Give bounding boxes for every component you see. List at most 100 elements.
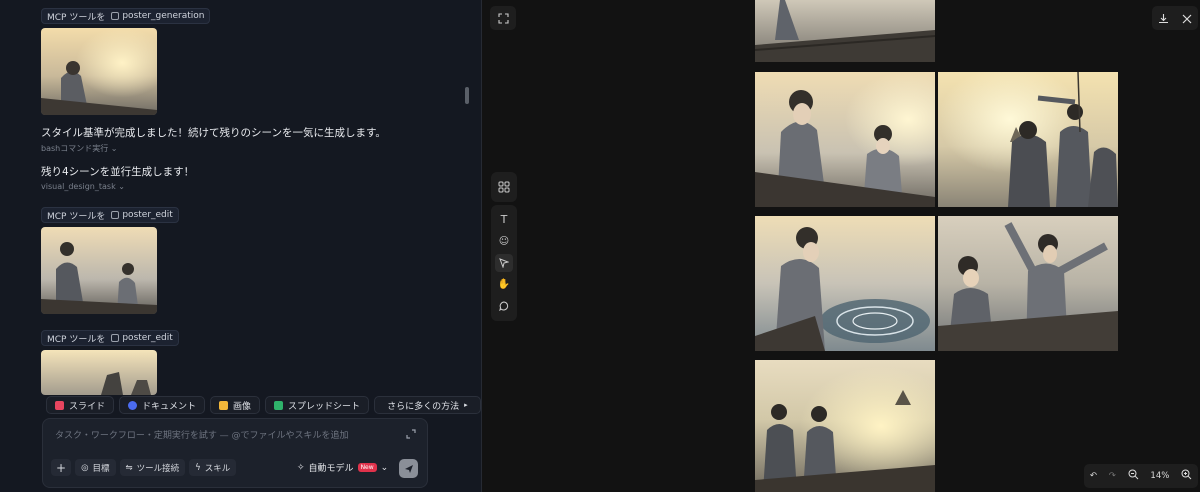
chip-label: さらに多くの方法 [387, 401, 460, 412]
scene-image[interactable] [755, 72, 935, 207]
zoom-controls: ↶ ↷ 14% [1084, 464, 1198, 488]
target-icon: ◎ [81, 462, 89, 473]
scene-image[interactable] [755, 216, 935, 351]
chip-image[interactable]: 画像 [210, 396, 261, 414]
lightning-icon: ϟ [195, 462, 201, 473]
scrollbar-thumb[interactable] [465, 87, 469, 104]
redo-icon: ↷ [1108, 471, 1116, 481]
sparkle-icon: ✧ [297, 462, 305, 473]
undo-button[interactable]: ↶ [1090, 471, 1097, 481]
text-tool[interactable]: T [495, 211, 513, 229]
scene-image[interactable] [938, 72, 1118, 207]
skills-button[interactable]: ϟ スキル [189, 459, 237, 476]
step-text: visual_design_task [41, 182, 116, 191]
connector-icon: ⇋ [125, 462, 133, 473]
fit-screen-button[interactable] [490, 6, 516, 30]
chip-document[interactable]: ドキュメント [119, 396, 206, 414]
chip-slides[interactable]: スライド [46, 396, 115, 414]
model-label: 自動モデル [308, 464, 354, 474]
download-button[interactable] [1158, 9, 1169, 28]
tool-step-label[interactable]: visual_design_task ⌄ [41, 182, 125, 191]
chip-label: スライド [69, 401, 106, 412]
composer-input[interactable]: タスク・ワークフロー・定期実行を試す — @でファイルやスキルを追加 [55, 428, 349, 441]
select-tool[interactable] [495, 253, 513, 272]
new-badge: New [357, 463, 377, 472]
image-canvas[interactable]: T ☺ ✋ ↶ ↷ 14% [482, 0, 1200, 492]
zoom-in-icon [1181, 469, 1192, 480]
generated-image-thumbnail[interactable] [41, 350, 157, 395]
chevron-down-icon: ⌄ [108, 144, 118, 153]
chevron-right-icon: ▸ [464, 401, 468, 409]
send-icon [404, 464, 413, 473]
zoom-in-button[interactable] [1181, 469, 1192, 483]
close-icon [1182, 14, 1192, 23]
tool-call-badge[interactable]: MCP ツールを poster_edit [41, 207, 179, 223]
tool-connect-label: ツール接続 [136, 463, 180, 474]
tool-name: poster_edit [122, 333, 173, 343]
skills-label: スキル [204, 463, 231, 474]
slides-icon [55, 400, 64, 410]
assistant-message: スタイル基準が完成しました！続けて残りのシーンを一気に生成します。 [41, 127, 386, 139]
sticker-tool[interactable]: ☺ [495, 232, 513, 250]
message-composer[interactable]: タスク・ワークフロー・定期実行を試す — @でファイルやスキルを追加 + ◎ 目… [42, 418, 428, 488]
chat-panel: MCP ツールを poster_generation スタイル基準が完成しました… [0, 0, 482, 492]
comment-icon [499, 301, 509, 312]
close-button[interactable] [1182, 9, 1192, 28]
expand-icon[interactable] [406, 429, 416, 439]
chip-spreadsheet[interactable]: スプレッドシート [265, 396, 370, 414]
tool-call-badge[interactable]: MCP ツールを poster_generation [41, 8, 211, 24]
tool-icon [111, 334, 120, 342]
chevron-down-icon: ⌄ [380, 462, 389, 473]
image-icon [219, 400, 229, 410]
zoom-out-button[interactable] [1128, 469, 1139, 483]
tool-connect-button[interactable]: ⇋ ツール接続 [119, 459, 186, 476]
undo-icon: ↶ [1089, 471, 1097, 481]
generated-image-thumbnail[interactable] [41, 227, 157, 314]
plus-icon: + [56, 460, 67, 475]
redo-button[interactable]: ↷ [1109, 471, 1116, 481]
add-button[interactable]: + [51, 459, 72, 476]
canvas-top-actions [1152, 6, 1198, 30]
tool-name: poster_generation [122, 11, 205, 21]
hand-icon: ✋ [497, 279, 511, 291]
tool-name: poster_edit [122, 210, 173, 220]
composer-controls: + ◎ 目標 ⇋ ツール接続 ϟ スキル [51, 459, 237, 476]
chip-more-methods[interactable]: さらに多くの方法 ▸ [374, 396, 481, 414]
tool-icon [111, 12, 120, 20]
assistant-message: 残り4シーンを並行生成します！ [41, 166, 195, 178]
model-selector[interactable]: ✧ 自動モデル New ⌄ [297, 461, 389, 475]
tool-step-label[interactable]: bashコマンド実行 ⌄ [41, 143, 117, 154]
scene-image[interactable] [755, 0, 935, 62]
canvas-tools: T ☺ ✋ [491, 205, 517, 321]
fullscreen-icon [497, 12, 509, 24]
tool-call-badge[interactable]: MCP ツールを poster_edit [41, 330, 179, 346]
goal-button[interactable]: ◎ 目標 [75, 459, 116, 476]
spreadsheet-icon [274, 400, 284, 410]
tool-call-prefix: MCP ツールを [47, 12, 106, 23]
quick-action-chips: スライド ドキュメント 画像 スプレッドシート さらに多くの方法 ▸ [46, 396, 481, 414]
grid-icon [498, 181, 510, 193]
generated-image-thumbnail[interactable] [41, 28, 157, 115]
chip-label: 画像 [233, 401, 252, 412]
cursor-icon [499, 258, 509, 268]
hand-tool[interactable]: ✋ [495, 276, 513, 294]
goal-label: 目標 [92, 463, 110, 474]
scene-image[interactable] [755, 360, 935, 492]
tool-call-prefix: MCP ツールを [47, 211, 106, 222]
chevron-down-icon: ⌄ [115, 182, 125, 191]
components-button[interactable] [491, 172, 517, 202]
download-icon [1159, 13, 1169, 23]
chip-label: スプレッドシート [288, 401, 361, 412]
zoom-level[interactable]: 14% [1150, 471, 1169, 481]
send-button[interactable] [399, 459, 418, 478]
step-text: bashコマンド実行 [41, 144, 109, 153]
tool-call-prefix: MCP ツールを [47, 334, 106, 345]
zoom-out-icon [1128, 469, 1139, 480]
tool-icon [111, 211, 120, 219]
emoji-icon: ☺ [498, 235, 510, 247]
comment-tool[interactable] [495, 297, 513, 315]
scene-image[interactable] [938, 216, 1118, 351]
document-icon [128, 400, 138, 410]
text-icon: T [500, 213, 508, 227]
chip-label: ドキュメント [142, 401, 197, 412]
